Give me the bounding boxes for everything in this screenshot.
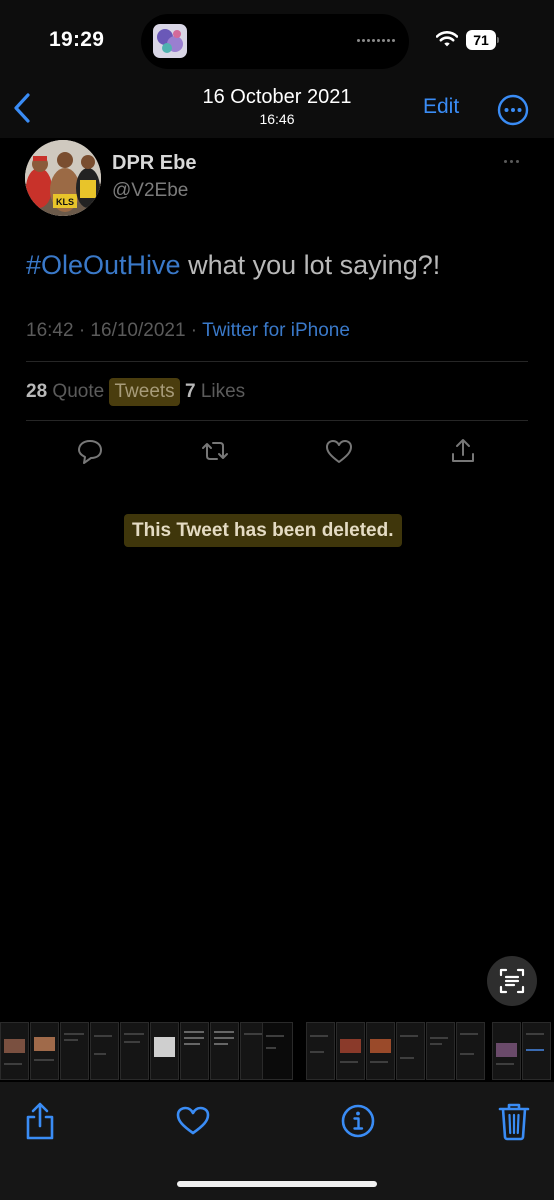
favorite-heart-icon[interactable] (175, 1100, 211, 1142)
thumbnail[interactable] (366, 1022, 395, 1080)
tweet-source[interactable]: Twitter for iPhone (202, 320, 350, 341)
thumbnail[interactable] (150, 1022, 179, 1080)
share-icon[interactable] (448, 436, 478, 466)
likes-label[interactable]: Likes (201, 381, 245, 403)
deleted-tweet-notice: This Tweet has been deleted. (124, 514, 402, 547)
home-indicator[interactable] (177, 1181, 377, 1187)
tweet-display-name: DPR Ebe (112, 152, 197, 174)
edit-button[interactable]: Edit (423, 95, 459, 119)
photo-time: 16:46 (259, 111, 295, 127)
thumbnail[interactable] (522, 1022, 551, 1080)
tweet-text: #OleOutHive what you lot saying?! (26, 250, 440, 281)
tweet-text-body: what you lot saying?! (180, 250, 441, 280)
tweet-hashtag[interactable]: #OleOutHive (26, 250, 181, 280)
quote-label[interactable]: Quote (52, 381, 104, 403)
info-icon[interactable] (340, 1100, 376, 1142)
live-text-icon (499, 968, 525, 994)
tweets-label[interactable]: Tweets (109, 378, 180, 406)
thumbnail[interactable] (30, 1022, 59, 1080)
divider (26, 361, 528, 362)
dynamic-island[interactable] (141, 14, 409, 69)
thumbnail[interactable] (120, 1022, 149, 1080)
share-icon[interactable] (22, 1100, 58, 1142)
thumbnail[interactable] (180, 1022, 209, 1080)
battery-icon: 71 (466, 30, 499, 50)
tweet-stats: 28 Quote Tweets 7 Likes (26, 377, 245, 407)
photo-date: 16 October 2021 (202, 86, 352, 108)
svg-text:KLS: KLS (56, 197, 74, 207)
tweet-meta: 16:42 · 16/10/2021 · Twitter for iPhone (26, 320, 350, 342)
wifi-icon (436, 31, 458, 47)
reply-icon[interactable] (75, 436, 105, 466)
thumbnail[interactable] (90, 1022, 119, 1080)
status-time: 19:29 (49, 28, 105, 51)
thumbnail[interactable] (306, 1022, 335, 1080)
thumbnail[interactable] (60, 1022, 89, 1080)
likes-count: 7 (184, 381, 196, 402)
thumbnail-current[interactable] (262, 1022, 293, 1080)
trash-icon[interactable] (496, 1100, 532, 1142)
avatar[interactable]: KLS (25, 140, 101, 216)
thumbnail[interactable] (336, 1022, 365, 1080)
thumbnail[interactable] (210, 1022, 239, 1080)
thumbnail[interactable] (396, 1022, 425, 1080)
quote-count: 28 (26, 381, 48, 402)
photo-nav-bar: 16 October 2021 16:46 Edit (0, 80, 554, 138)
thumbnail[interactable] (492, 1022, 521, 1080)
thumbnail[interactable] (426, 1022, 455, 1080)
tweet-timestamp: 16:42 · 16/10/2021 · (26, 320, 203, 341)
live-text-button[interactable] (487, 956, 537, 1006)
retweet-icon[interactable] (200, 436, 230, 466)
tweet-handle: @V2Ebe (112, 180, 189, 201)
more-circle-icon[interactable] (497, 94, 529, 126)
divider (26, 420, 528, 421)
battery-level: 71 (466, 30, 496, 50)
like-icon[interactable] (324, 436, 354, 466)
thumbnail[interactable] (0, 1022, 29, 1080)
thumbnail[interactable] (456, 1022, 485, 1080)
status-bar: 19:29 71 (0, 0, 554, 80)
now-playing-artwork (153, 24, 187, 58)
photo-filmstrip[interactable] (0, 1020, 554, 1082)
tweet-more-icon[interactable] (504, 160, 519, 163)
activity-indicator (357, 39, 395, 42)
